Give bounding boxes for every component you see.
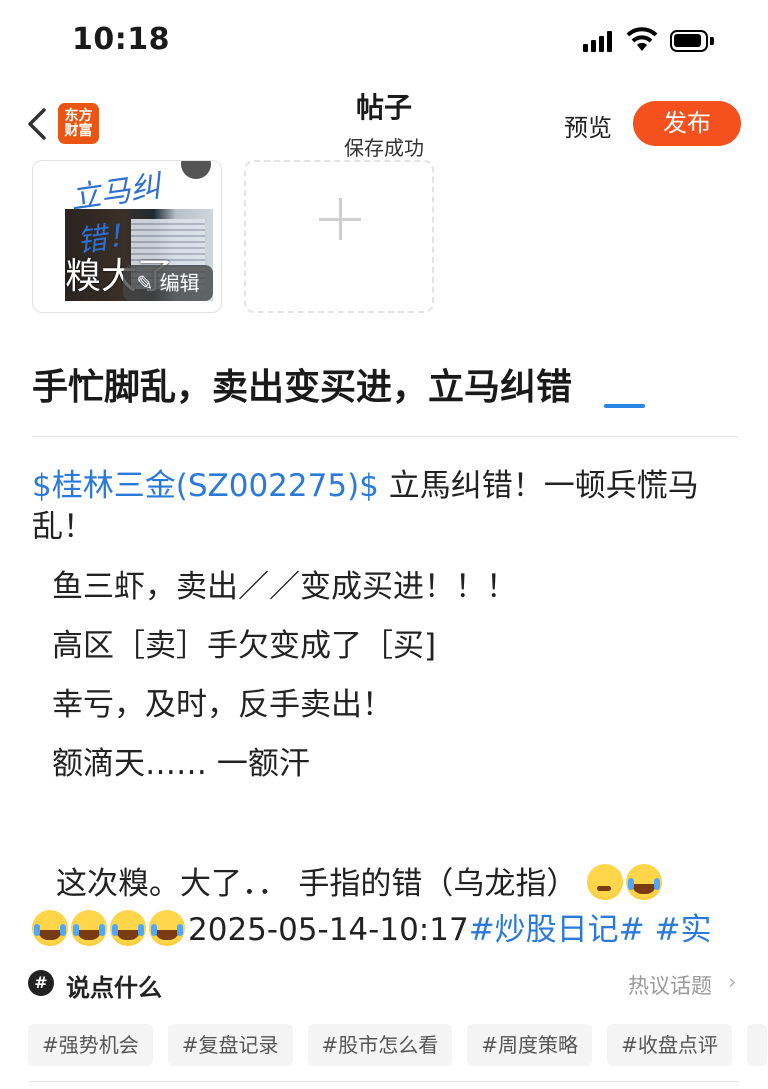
topic-link-2[interactable]: #实: [655, 912, 712, 948]
post-timestamp: 2025-05-14-10:17: [188, 912, 469, 948]
crying-laugh-emoji-icon: [149, 910, 185, 946]
title-divider: [32, 436, 738, 437]
topic-tag[interactable]: #强势机会: [28, 1024, 153, 1066]
preview-button[interactable]: 预览: [564, 108, 612, 143]
body-timestamp-line: 2025-05-14-10:17#炒股日记# #实: [32, 910, 711, 951]
edit-icon: ✎: [136, 271, 160, 295]
post-body-editor[interactable]: $桂林三金(SZ002275)$ 立馬纠错！一顿兵慌马乱！ 鱼三虾，卖出／／变成…: [32, 466, 744, 948]
save-status: 保存成功: [344, 136, 424, 160]
publish-button[interactable]: 发布: [633, 101, 741, 146]
page-title: 帖子: [355, 91, 412, 124]
add-image-button[interactable]: [244, 160, 434, 313]
topic-link-1[interactable]: #炒股日记#: [469, 912, 645, 948]
crying-laugh-emoji-icon: [32, 910, 68, 946]
smug-emoji-icon: [587, 864, 624, 900]
bottom-divider: [28, 1081, 740, 1082]
topic-tag[interactable]: #收盘点评: [607, 1024, 732, 1066]
say-something-input[interactable]: 说点什么: [66, 968, 162, 1003]
post-title-input[interactable]: 手忙脚乱，卖出变买进，立马纠错: [32, 358, 742, 410]
text-cursor: [604, 404, 645, 408]
stock-tag-link[interactable]: $桂林三金(SZ002275)$: [32, 468, 379, 504]
wifi-icon: [626, 27, 658, 51]
crying-laugh-emoji-icon: [626, 864, 663, 900]
body-closing-line: 这次糗。大了．． 手指的错（乌龙指）: [56, 864, 665, 905]
edit-image-button[interactable]: ✎ 编辑: [123, 265, 213, 301]
hash-icon: #: [28, 970, 54, 996]
body-line-2: 高区［卖］手欠变成了［买]: [52, 628, 437, 664]
status-time: 10:18: [72, 22, 170, 57]
body-first-paragraph: $桂林三金(SZ002275)$ 立馬纠错！一顿兵慌马乱！: [32, 466, 744, 548]
closing-text: 这次糗。大了．． 手指的错（乌龙指）: [56, 866, 578, 902]
edit-label: 编辑: [159, 271, 200, 295]
topic-tag[interactable]: #周度策略: [467, 1024, 593, 1066]
topic-tags-row: #强势机会 #复盘记录 #股市怎么看 #周度策略 #收盘点评: [28, 1024, 768, 1066]
body-line-3: 幸亏，及时，反手卖出！: [52, 687, 393, 723]
hot-topics-link[interactable]: 热议话题: [628, 970, 712, 1000]
logo-line-2: 财富: [64, 122, 93, 139]
back-chevron-icon[interactable]: [22, 104, 62, 144]
topic-tag[interactable]: #股市怎么看: [307, 1024, 453, 1066]
crying-laugh-emoji-icon: [71, 910, 107, 946]
chevron-right-icon: ›: [728, 970, 737, 994]
eastmoney-logo: 东方 财富: [58, 103, 99, 144]
body-line-1: 鱼三虾，卖出／／变成买进！！！: [52, 569, 517, 605]
plus-icon-v: [338, 198, 342, 240]
logo-line-1: 东方: [64, 107, 93, 124]
battery-icon: [670, 30, 708, 52]
cellular-signal-icon: [583, 30, 617, 52]
topic-tag[interactable]: #复盘记录: [167, 1024, 293, 1066]
body-line-4: 额滴天…… 一额汗: [52, 746, 310, 782]
crying-laugh-emoji-icon: [110, 910, 146, 946]
image-thumbnail[interactable]: 立马纠错！ 糗大了 ✎ 编辑: [32, 160, 222, 313]
battery-cap: [710, 37, 714, 45]
topic-tag-partial[interactable]: [746, 1024, 767, 1066]
